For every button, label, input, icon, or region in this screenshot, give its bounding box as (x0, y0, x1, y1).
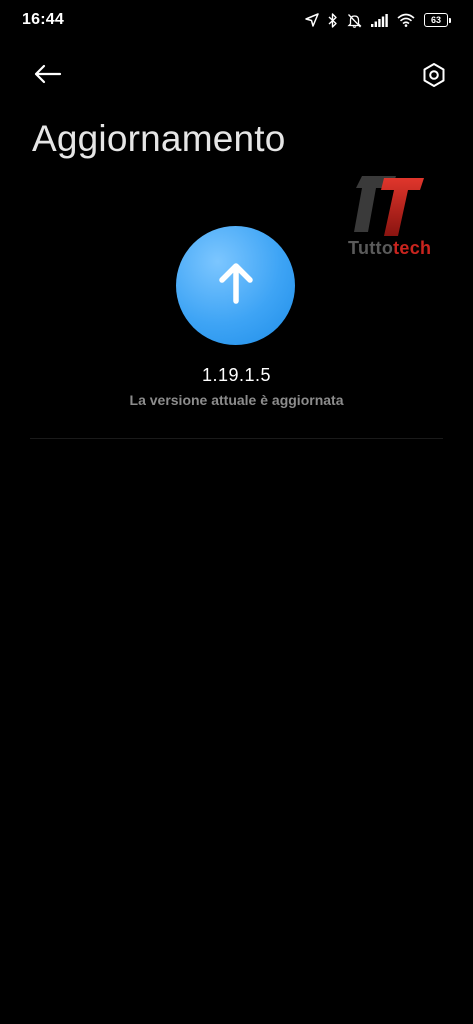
status-bar: 16:44 63 (0, 0, 473, 40)
bluetooth-icon (328, 12, 338, 28)
back-button[interactable] (28, 60, 68, 92)
wifi-icon (397, 13, 415, 27)
status-time: 16:44 (22, 11, 64, 28)
update-screen: 16:44 63 Aggiornamento Tuttotech 1.19.1.… (0, 0, 473, 1024)
location-arrow-icon (305, 13, 319, 27)
divider (30, 438, 443, 439)
arrow-left-icon (34, 64, 62, 89)
tuttotech-logo-text: Tuttotech (348, 238, 431, 259)
settings-hexagon-icon (421, 62, 447, 93)
logo-text-part2: tech (393, 238, 432, 258)
battery-icon: 63 (424, 13, 451, 27)
battery-level: 63 (424, 13, 448, 27)
update-status-text: La versione attuale è aggiornata (129, 392, 344, 408)
arrow-up-icon (216, 262, 256, 309)
status-icons: 63 (305, 10, 451, 30)
update-button[interactable] (176, 226, 295, 345)
settings-button[interactable] (417, 60, 451, 94)
signal-icon (371, 13, 388, 27)
page-title: Aggiornamento (32, 118, 286, 159)
logo-text-part1: Tutto (348, 238, 394, 258)
version-number: 1.19.1.5 (201, 365, 272, 385)
bell-muted-icon (347, 13, 362, 28)
